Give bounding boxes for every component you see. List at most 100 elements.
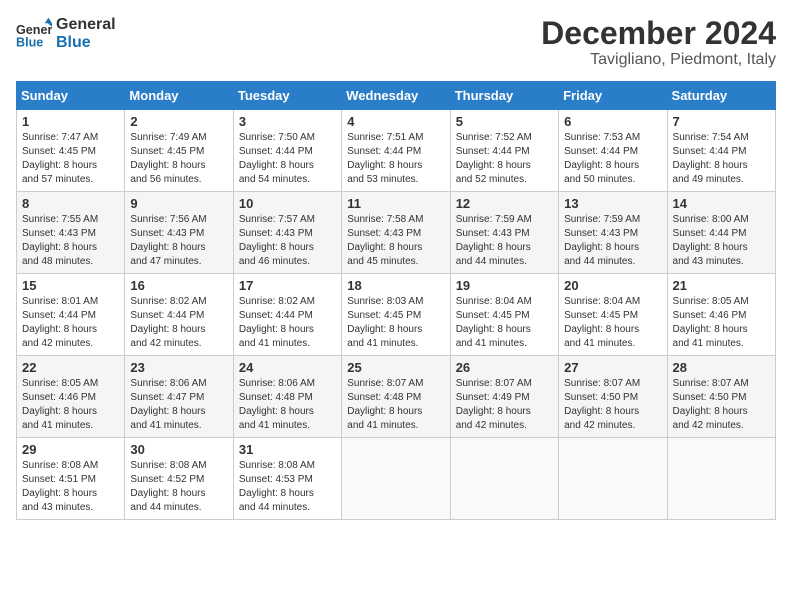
- day-number: 21: [673, 278, 770, 293]
- calendar-week-5: 29 Sunrise: 8:08 AMSunset: 4:51 PMDaylig…: [17, 438, 776, 520]
- day-number: 31: [239, 442, 336, 457]
- cell-info: Sunrise: 7:59 AMSunset: 4:43 PMDaylight:…: [564, 214, 640, 267]
- calendar-week-3: 15 Sunrise: 8:01 AMSunset: 4:44 PMDaylig…: [17, 274, 776, 356]
- cell-info: Sunrise: 7:47 AMSunset: 4:45 PMDaylight:…: [22, 132, 98, 185]
- calendar-cell: 23 Sunrise: 8:06 AMSunset: 4:47 PMDaylig…: [125, 356, 233, 438]
- weekday-monday: Monday: [125, 82, 233, 110]
- cell-info: Sunrise: 8:07 AMSunset: 4:49 PMDaylight:…: [456, 378, 532, 431]
- cell-info: Sunrise: 7:57 AMSunset: 4:43 PMDaylight:…: [239, 214, 315, 267]
- day-number: 29: [22, 442, 119, 457]
- calendar-cell: [342, 438, 450, 520]
- day-number: 6: [564, 114, 661, 129]
- day-number: 4: [347, 114, 444, 129]
- day-number: 15: [22, 278, 119, 293]
- cell-info: Sunrise: 8:06 AMSunset: 4:48 PMDaylight:…: [239, 378, 315, 431]
- page-header: General Blue General Blue December 2024 …: [16, 16, 776, 69]
- day-number: 14: [673, 196, 770, 211]
- cell-info: Sunrise: 8:06 AMSunset: 4:47 PMDaylight:…: [130, 378, 206, 431]
- calendar-cell: 29 Sunrise: 8:08 AMSunset: 4:51 PMDaylig…: [17, 438, 125, 520]
- calendar-cell: 19 Sunrise: 8:04 AMSunset: 4:45 PMDaylig…: [450, 274, 558, 356]
- cell-info: Sunrise: 8:08 AMSunset: 4:51 PMDaylight:…: [22, 460, 98, 513]
- calendar-cell: 14 Sunrise: 8:00 AMSunset: 4:44 PMDaylig…: [667, 192, 775, 274]
- calendar-cell: 18 Sunrise: 8:03 AMSunset: 4:45 PMDaylig…: [342, 274, 450, 356]
- logo: General Blue General Blue: [16, 16, 116, 52]
- cell-info: Sunrise: 7:56 AMSunset: 4:43 PMDaylight:…: [130, 214, 206, 267]
- cell-info: Sunrise: 8:07 AMSunset: 4:50 PMDaylight:…: [673, 378, 749, 431]
- weekday-friday: Friday: [559, 82, 667, 110]
- weekday-header-row: SundayMondayTuesdayWednesdayThursdayFrid…: [17, 82, 776, 110]
- cell-info: Sunrise: 8:03 AMSunset: 4:45 PMDaylight:…: [347, 296, 423, 349]
- day-number: 5: [456, 114, 553, 129]
- calendar-cell: 16 Sunrise: 8:02 AMSunset: 4:44 PMDaylig…: [125, 274, 233, 356]
- calendar-cell: 1 Sunrise: 7:47 AMSunset: 4:45 PMDayligh…: [17, 110, 125, 192]
- cell-info: Sunrise: 7:53 AMSunset: 4:44 PMDaylight:…: [564, 132, 640, 185]
- calendar-cell: 22 Sunrise: 8:05 AMSunset: 4:46 PMDaylig…: [17, 356, 125, 438]
- day-number: 12: [456, 196, 553, 211]
- day-number: 16: [130, 278, 227, 293]
- calendar-cell: 30 Sunrise: 8:08 AMSunset: 4:52 PMDaylig…: [125, 438, 233, 520]
- day-number: 24: [239, 360, 336, 375]
- cell-info: Sunrise: 8:08 AMSunset: 4:53 PMDaylight:…: [239, 460, 315, 513]
- day-number: 3: [239, 114, 336, 129]
- cell-info: Sunrise: 7:50 AMSunset: 4:44 PMDaylight:…: [239, 132, 315, 185]
- day-number: 1: [22, 114, 119, 129]
- day-number: 19: [456, 278, 553, 293]
- calendar-cell: 8 Sunrise: 7:55 AMSunset: 4:43 PMDayligh…: [17, 192, 125, 274]
- calendar-cell: 6 Sunrise: 7:53 AMSunset: 4:44 PMDayligh…: [559, 110, 667, 192]
- calendar-cell: 31 Sunrise: 8:08 AMSunset: 4:53 PMDaylig…: [233, 438, 341, 520]
- cell-info: Sunrise: 7:55 AMSunset: 4:43 PMDaylight:…: [22, 214, 98, 267]
- cell-info: Sunrise: 8:07 AMSunset: 4:48 PMDaylight:…: [347, 378, 423, 431]
- calendar-cell: 12 Sunrise: 7:59 AMSunset: 4:43 PMDaylig…: [450, 192, 558, 274]
- day-number: 7: [673, 114, 770, 129]
- day-number: 28: [673, 360, 770, 375]
- logo-line1: General: [56, 16, 116, 34]
- day-number: 26: [456, 360, 553, 375]
- cell-info: Sunrise: 7:49 AMSunset: 4:45 PMDaylight:…: [130, 132, 206, 185]
- logo-icon: General Blue: [16, 16, 52, 52]
- weekday-saturday: Saturday: [667, 82, 775, 110]
- weekday-wednesday: Wednesday: [342, 82, 450, 110]
- calendar-cell: 3 Sunrise: 7:50 AMSunset: 4:44 PMDayligh…: [233, 110, 341, 192]
- location-title: Tavigliano, Piedmont, Italy: [541, 51, 776, 69]
- calendar-week-4: 22 Sunrise: 8:05 AMSunset: 4:46 PMDaylig…: [17, 356, 776, 438]
- cell-info: Sunrise: 7:59 AMSunset: 4:43 PMDaylight:…: [456, 214, 532, 267]
- logo-line2: Blue: [56, 34, 116, 52]
- calendar-cell: 17 Sunrise: 8:02 AMSunset: 4:44 PMDaylig…: [233, 274, 341, 356]
- cell-info: Sunrise: 8:04 AMSunset: 4:45 PMDaylight:…: [564, 296, 640, 349]
- day-number: 25: [347, 360, 444, 375]
- calendar-cell: 21 Sunrise: 8:05 AMSunset: 4:46 PMDaylig…: [667, 274, 775, 356]
- weekday-sunday: Sunday: [17, 82, 125, 110]
- calendar-cell: [450, 438, 558, 520]
- cell-info: Sunrise: 8:05 AMSunset: 4:46 PMDaylight:…: [22, 378, 98, 431]
- weekday-tuesday: Tuesday: [233, 82, 341, 110]
- cell-info: Sunrise: 8:08 AMSunset: 4:52 PMDaylight:…: [130, 460, 206, 513]
- calendar-cell: 11 Sunrise: 7:58 AMSunset: 4:43 PMDaylig…: [342, 192, 450, 274]
- calendar-cell: 24 Sunrise: 8:06 AMSunset: 4:48 PMDaylig…: [233, 356, 341, 438]
- cell-info: Sunrise: 8:02 AMSunset: 4:44 PMDaylight:…: [130, 296, 206, 349]
- calendar-cell: 5 Sunrise: 7:52 AMSunset: 4:44 PMDayligh…: [450, 110, 558, 192]
- day-number: 17: [239, 278, 336, 293]
- day-number: 8: [22, 196, 119, 211]
- cell-info: Sunrise: 8:04 AMSunset: 4:45 PMDaylight:…: [456, 296, 532, 349]
- calendar-week-2: 8 Sunrise: 7:55 AMSunset: 4:43 PMDayligh…: [17, 192, 776, 274]
- calendar-cell: 9 Sunrise: 7:56 AMSunset: 4:43 PMDayligh…: [125, 192, 233, 274]
- calendar-cell: 27 Sunrise: 8:07 AMSunset: 4:50 PMDaylig…: [559, 356, 667, 438]
- calendar-cell: 4 Sunrise: 7:51 AMSunset: 4:44 PMDayligh…: [342, 110, 450, 192]
- day-number: 9: [130, 196, 227, 211]
- day-number: 10: [239, 196, 336, 211]
- month-title: December 2024: [541, 16, 776, 51]
- calendar-table: SundayMondayTuesdayWednesdayThursdayFrid…: [16, 81, 776, 520]
- calendar-cell: 28 Sunrise: 8:07 AMSunset: 4:50 PMDaylig…: [667, 356, 775, 438]
- day-number: 20: [564, 278, 661, 293]
- day-number: 27: [564, 360, 661, 375]
- cell-info: Sunrise: 7:51 AMSunset: 4:44 PMDaylight:…: [347, 132, 423, 185]
- calendar-cell: 2 Sunrise: 7:49 AMSunset: 4:45 PMDayligh…: [125, 110, 233, 192]
- day-number: 13: [564, 196, 661, 211]
- calendar-cell: 10 Sunrise: 7:57 AMSunset: 4:43 PMDaylig…: [233, 192, 341, 274]
- calendar-week-1: 1 Sunrise: 7:47 AMSunset: 4:45 PMDayligh…: [17, 110, 776, 192]
- day-number: 22: [22, 360, 119, 375]
- cell-info: Sunrise: 8:05 AMSunset: 4:46 PMDaylight:…: [673, 296, 749, 349]
- calendar-cell: 25 Sunrise: 8:07 AMSunset: 4:48 PMDaylig…: [342, 356, 450, 438]
- calendar-cell: 20 Sunrise: 8:04 AMSunset: 4:45 PMDaylig…: [559, 274, 667, 356]
- calendar-cell: [559, 438, 667, 520]
